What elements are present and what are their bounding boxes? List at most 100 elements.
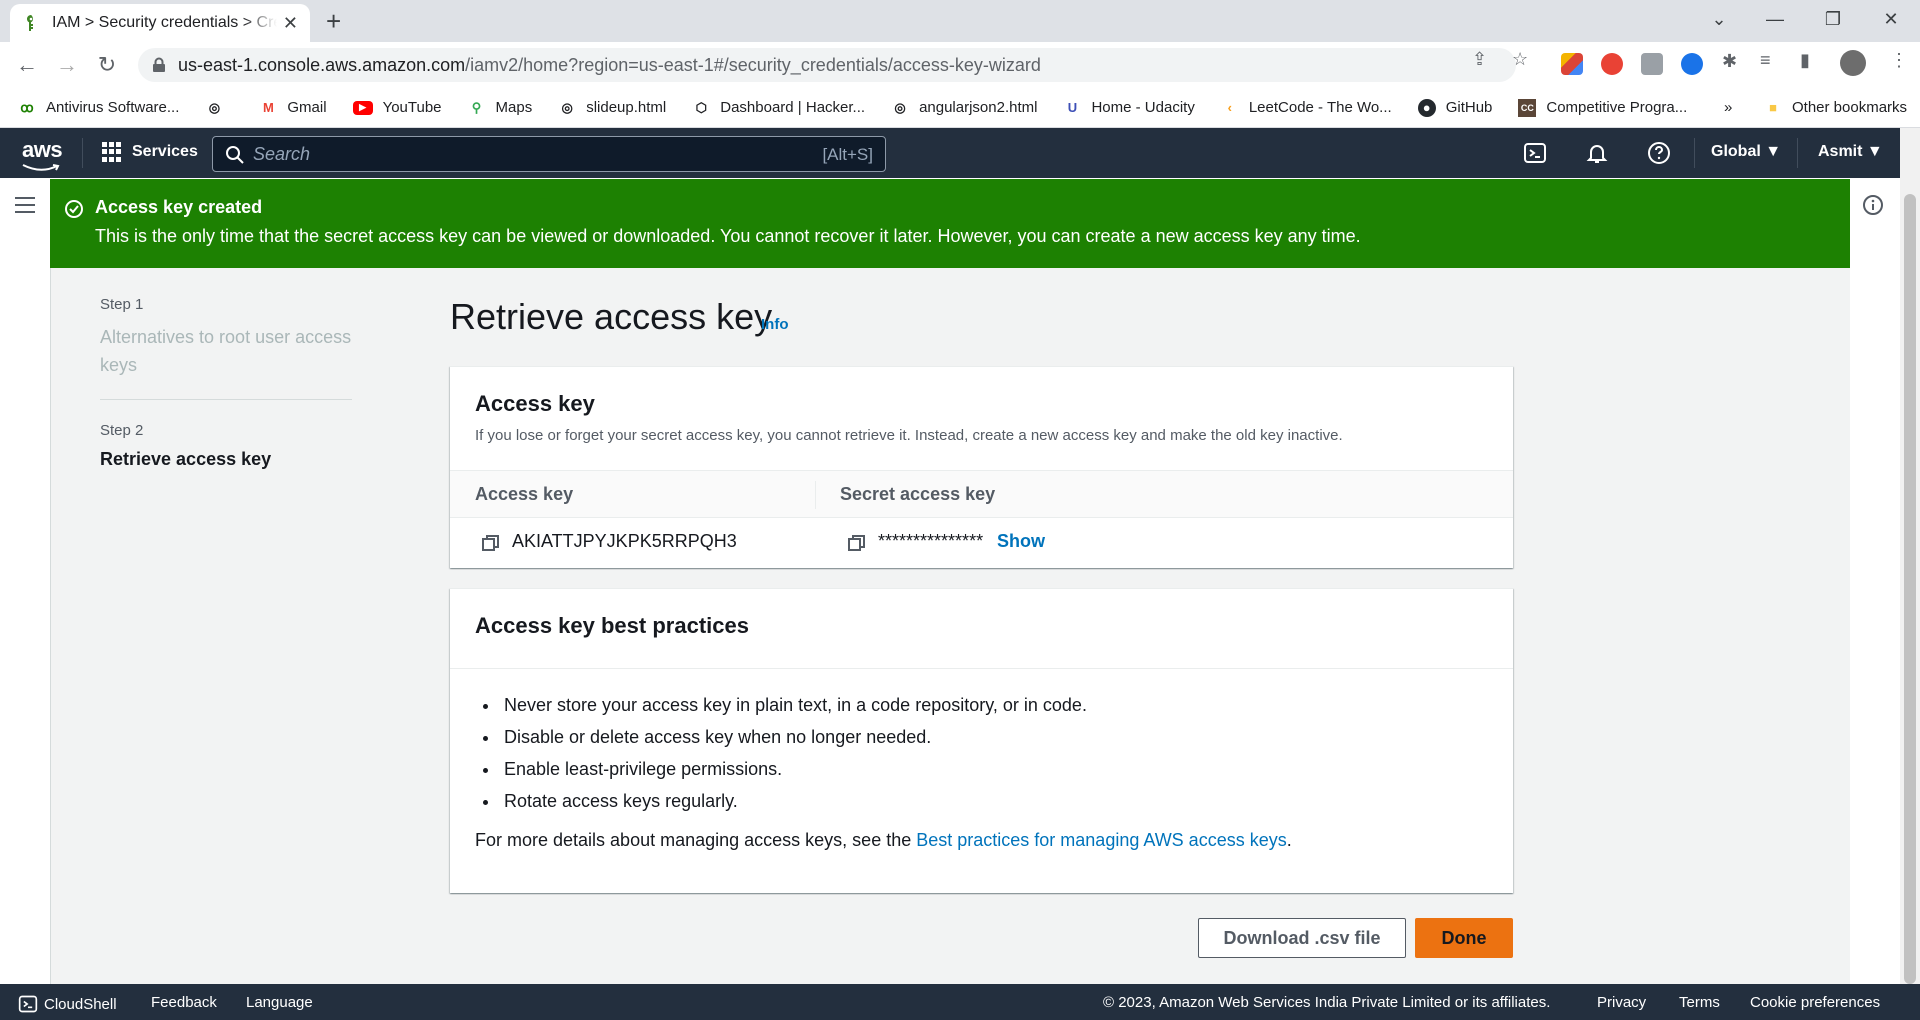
search-input[interactable]: Search [Alt+S]: [212, 136, 886, 172]
info-link[interactable]: Info: [761, 316, 789, 333]
hamburger-menu-icon[interactable]: [14, 196, 36, 214]
services-menu[interactable]: Services: [102, 142, 198, 162]
minimize-icon[interactable]: —: [1752, 0, 1798, 38]
account-menu[interactable]: Asmit ▼: [1818, 143, 1883, 161]
bookmark-item[interactable]: U Home - Udacity: [1063, 99, 1195, 117]
browser-tab[interactable]: IAM > Security credentials > Create acce…: [10, 4, 310, 42]
language-link[interactable]: Language: [246, 994, 313, 1011]
list-item: Never store your access key in plain tex…: [500, 695, 1513, 716]
content-border: [50, 268, 51, 984]
done-button[interactable]: Done: [1415, 918, 1513, 958]
best-practices-link[interactable]: Best practices for managing AWS access k…: [916, 830, 1287, 850]
secret-key-masked: ***************: [878, 531, 984, 551]
extension-blue-icon[interactable]: [1681, 53, 1703, 75]
show-secret-link[interactable]: Show: [997, 531, 1045, 552]
best-practices-card: Access key best practices Never store yo…: [450, 588, 1513, 893]
caret-down-icon: ▼: [1866, 143, 1883, 160]
back-icon[interactable]: ←: [14, 52, 40, 78]
services-grid-icon: [102, 142, 122, 162]
bookmark-item[interactable]: ‹ LeetCode - The Wo...: [1221, 99, 1392, 117]
step2-label: Step 2: [100, 422, 144, 439]
bookmark-item[interactable]: ⬡ Dashboard | Hacker...: [692, 99, 866, 117]
extension-camera-icon[interactable]: [1641, 53, 1663, 75]
browser-menu-icon[interactable]: ⋮: [1890, 50, 1908, 71]
reading-list-icon[interactable]: ≡: [1760, 50, 1771, 71]
search-icon: [226, 146, 244, 164]
bookmark-item[interactable]: ● GitHub: [1417, 98, 1492, 117]
browser-tab-strip: IAM > Security credentials > Create acce…: [0, 0, 1920, 42]
step1-label: Step 1: [100, 296, 144, 313]
tab-search-icon[interactable]: ⌄: [1696, 0, 1742, 38]
search-shortcut: [Alt+S]: [822, 145, 873, 164]
bookmark-item[interactable]: ⚲ Maps: [468, 99, 532, 117]
copy-secret-key-icon[interactable]: [848, 534, 866, 552]
info-panel-icon[interactable]: [1862, 194, 1884, 216]
globe-icon: ◎: [894, 99, 906, 115]
scrollbar-thumb[interactable]: [1904, 194, 1916, 984]
tab-title: IAM > Security credentials > Create acce…: [52, 14, 277, 31]
cookie-preferences-link[interactable]: Cookie preferences: [1750, 994, 1880, 1011]
restore-icon[interactable]: ❐: [1810, 0, 1856, 38]
bookmarks-overflow[interactable]: »: [1724, 99, 1732, 116]
bookmark-item[interactable]: CC Competitive Progra...: [1518, 98, 1687, 117]
access-key-value: AKIATTJPYJKPK5RRPQH3: [512, 531, 737, 551]
flash-title: Access key created: [95, 197, 263, 217]
bookmark-item[interactable]: ◎: [205, 99, 233, 117]
feedback-link[interactable]: Feedback: [151, 994, 217, 1011]
profile-avatar[interactable]: [1840, 50, 1866, 76]
bookmark-item[interactable]: ▶ YouTube: [352, 99, 442, 116]
success-check-icon: [65, 200, 83, 218]
cc-icon: CC: [1518, 98, 1537, 117]
more-details-text: For more details about managing access k…: [475, 830, 1292, 850]
bookmark-item[interactable]: ◎ angularjson2.html: [891, 99, 1037, 117]
bookmark-item[interactable]: ◎ slideup.html: [558, 99, 667, 117]
maps-icon: ⚲: [471, 99, 482, 115]
nav-divider: [82, 138, 83, 168]
console-footer: CloudShell Feedback Language © 2023, Ama…: [0, 984, 1920, 1020]
forward-icon[interactable]: →: [54, 52, 80, 78]
nav-divider: [1694, 138, 1695, 168]
aws-top-nav: aws Services Search [Alt+S] Global ▼ Asm…: [0, 128, 1900, 178]
window-close-icon[interactable]: ✕: [1868, 0, 1914, 38]
access-key-card-description: If you lose or forget your secret access…: [475, 427, 1343, 444]
list-item: Disable or delete access key when no lon…: [500, 727, 1513, 748]
best-practices-list: Never store your access key in plain tex…: [500, 695, 1513, 812]
other-bookmarks[interactable]: ■ Other bookmarks: [1764, 99, 1907, 117]
access-key-card-title: Access key: [475, 391, 595, 416]
aws-smile-icon: [22, 164, 60, 171]
bookmark-star-icon[interactable]: ☆: [1512, 49, 1528, 70]
download-csv-button[interactable]: Download .csv file: [1198, 918, 1406, 958]
bookmark-item[interactable]: M Gmail: [259, 99, 327, 117]
page-scrollbar[interactable]: [1900, 128, 1920, 984]
address-bar[interactable]: us-east-1.console.aws.amazon.com/iamv2/h…: [138, 48, 1516, 82]
step2-title: Retrieve access key: [100, 449, 272, 469]
tab-close-icon[interactable]: ✕: [283, 13, 298, 34]
url-path: /iamv2/home?region=us-east-1#/security_c…: [465, 54, 1041, 75]
extension-heart-icon[interactable]: [1601, 53, 1623, 75]
reload-icon[interactable]: ↻: [94, 52, 120, 78]
step1-title: Alternatives to root user access keys: [100, 327, 352, 375]
new-tab-button[interactable]: +: [326, 8, 341, 34]
bookmark-item[interactable]: ꝏ Antivirus Software...: [18, 99, 179, 117]
extensions-puzzle-icon[interactable]: ✱: [1722, 51, 1737, 72]
side-panel-icon[interactable]: ▮: [1800, 50, 1810, 71]
region-selector[interactable]: Global ▼: [1711, 143, 1781, 161]
aws-logo[interactable]: aws: [22, 137, 63, 171]
privacy-link[interactable]: Privacy: [1597, 994, 1646, 1011]
share-icon[interactable]: ⇪: [1472, 49, 1487, 70]
help-icon[interactable]: [1647, 141, 1671, 165]
extension-colorpick-icon[interactable]: [1561, 53, 1583, 75]
terms-link[interactable]: Terms: [1679, 994, 1720, 1011]
youtube-icon: ▶: [352, 100, 373, 115]
col-access-key: Access key: [475, 484, 574, 504]
cloudshell-icon[interactable]: [1523, 141, 1547, 165]
hackerrank-icon: ⬡: [695, 99, 707, 115]
copy-access-key-icon[interactable]: [482, 534, 500, 552]
best-practices-title: Access key best practices: [475, 613, 749, 638]
antivirus-icon: ꝏ: [20, 99, 34, 115]
lock-icon: [153, 57, 165, 72]
access-key-card: Access key If you lose or forget your se…: [450, 366, 1513, 568]
cloudshell-footer-button[interactable]: CloudShell: [18, 994, 117, 1014]
notifications-bell-icon[interactable]: [1585, 141, 1609, 165]
caret-down-icon: ▼: [1765, 143, 1782, 160]
